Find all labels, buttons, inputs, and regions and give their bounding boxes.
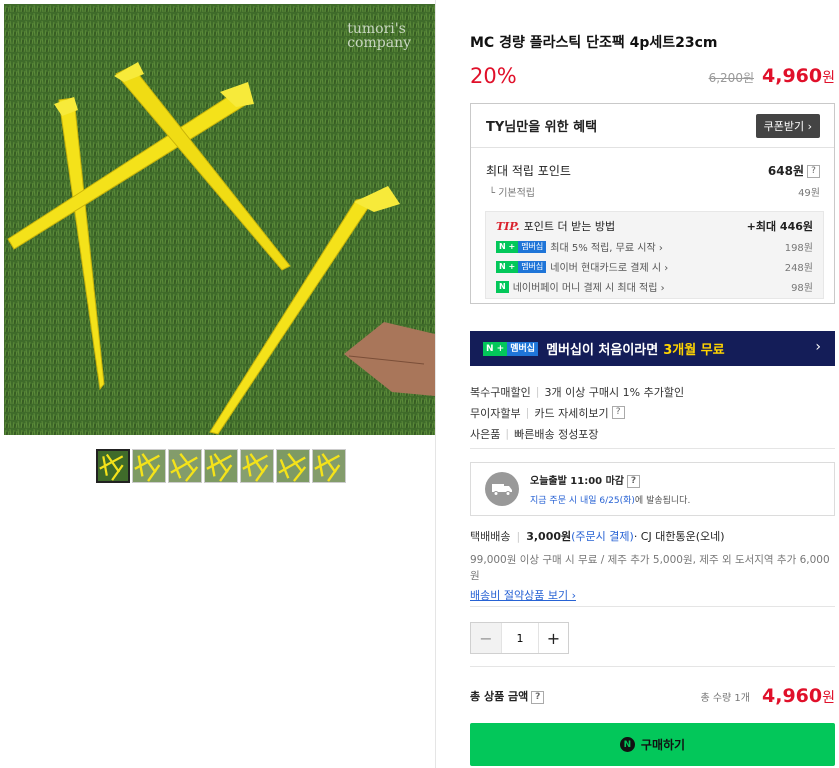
bulk-discount-row: 복수구매할인 | 3개 이상 구매시 1% 추가할인 [470, 385, 685, 399]
tip-title-wrap: TIP. 포인트 더 받는 방법 [496, 218, 615, 234]
shipping-title: 오늘출발 11:00 마감? [530, 472, 690, 488]
delivery-info: 택배배송 | 3,000원 (주문시 결제) · CJ 대한통운(오네) 99,0… [470, 528, 835, 603]
banner-highlight: 3개월 무료 [663, 343, 725, 358]
benefit-title: TY님만을 위한 혜택 [486, 120, 598, 135]
shipping-subtitle: 지금 주문 시 내일 6/25(화)에 발송됩니다. [530, 495, 691, 506]
thumbnail-5[interactable] [240, 449, 274, 483]
original-price: 6,200원 [708, 71, 754, 85]
price-row: 6,200원 4,960원 [709, 65, 835, 87]
help-icon[interactable]: ? [531, 690, 545, 704]
max-point-row: 최대 적립 포인트 648원? [486, 162, 820, 179]
installment-row: 무이자할부 | 카드 자세히보기? [470, 402, 684, 423]
installment-label: 무이자할부 [470, 406, 521, 420]
naver-plus-membership-badge: N + 멤버십 [496, 240, 547, 253]
thumbnail-7[interactable] [312, 449, 346, 483]
coupon-button[interactable]: 쿠폰받기 › [755, 113, 820, 138]
bulk-discount-label: 복수구매할인 [470, 385, 531, 399]
total-label-wrap: 총 상품 금액? [470, 688, 545, 704]
shipping-text: 오늘출발 11:00 마감? 지금 주문 시 내일 6/25(화)에 발송됩니다… [530, 472, 690, 506]
quantity-input[interactable] [500, 623, 538, 653]
total-right: 총 수량 1개 4,960원 [700, 685, 835, 707]
product-gallery: tumori's company [0, 0, 436, 768]
bulk-discount-value: 3개 이상 구매시 1% 추가할인 [544, 385, 685, 399]
gift-label: 사은품 [470, 427, 501, 441]
save-shipping-link[interactable]: 배송비 절약상품 보기 › [470, 587, 576, 603]
tip-item-pay[interactable]: N 네이버페이 머니 결제 시 최대 적립 › 98원 [496, 279, 813, 294]
quantity-stepper: − + [470, 622, 569, 654]
total-row: 총 상품 금액? 총 수량 1개 4,960원 [470, 685, 835, 707]
tip-item-label: 최대 5% 적립, 무료 시작 › [550, 243, 663, 254]
tip-title: 포인트 더 받는 방법 [523, 220, 616, 233]
product-main-image: tumori's company [4, 4, 435, 435]
installment-value[interactable]: 카드 자세히보기 [534, 405, 608, 421]
product-title: MC 경량 플라스틱 단조팩 4p세트23cm [470, 35, 718, 51]
help-icon[interactable]: ? [627, 474, 640, 488]
thumbnail-4[interactable] [204, 449, 238, 483]
thumbnail-1[interactable] [96, 449, 130, 483]
gift-value: 빠른배송 정성포장 [514, 427, 599, 441]
tip-item-amount: 98원 [791, 283, 813, 294]
delivery-carrier: · CJ 대한통운(오네) [633, 530, 725, 543]
divider [470, 448, 835, 449]
quantity-increase-button[interactable]: + [537, 623, 568, 653]
thumbnail-3[interactable] [168, 449, 202, 483]
tip-item-label: 네이버페이 머니 결제 시 최대 적립 › [512, 283, 665, 294]
gift-row: 사은품 | 빠른배송 정성포장 [470, 427, 599, 441]
tip-item-label: 네이버 현대카드로 결제 시 › [550, 263, 669, 274]
thumbnail-strip [96, 449, 346, 483]
discount-rate: 20% [470, 64, 517, 88]
tip-header: TIP. 포인트 더 받는 방법 +최대 446원 [496, 218, 813, 234]
divider [470, 606, 835, 607]
tip-word: TIP. [496, 220, 520, 233]
quantity-decrease-button[interactable]: − [471, 623, 501, 653]
delivery-fee-note: (주문시 결제) [571, 530, 634, 543]
benefit-box: TY님만을 위한 혜택 쿠폰받기 › 최대 적립 포인트 648원? └ 기본적… [470, 103, 835, 304]
chevron-right-icon: › [815, 339, 821, 355]
delivery-note: 99,000원 이상 구매 시 무료 / 제주 추가 5,000원, 제주 외 … [470, 554, 830, 582]
max-point-label: 최대 적립 포인트 [486, 164, 571, 178]
buy-button[interactable]: N 구매하기 [470, 723, 835, 766]
base-point-label: └ 기본적립 [489, 188, 536, 199]
tip-item-amount: 248원 [784, 263, 813, 274]
help-icon[interactable]: ? [611, 406, 625, 419]
delivery-fee: 3,000원 [526, 530, 572, 543]
base-point-value: 49원 [798, 188, 820, 199]
tip-item-membership[interactable]: N + 멤버십 최대 5% 적립, 무료 시작 › 198원 [496, 239, 813, 254]
buy-button-label: 구매하기 [640, 738, 686, 752]
truck-icon [485, 472, 519, 506]
purchase-info-list: 복수구매할인 | 3개 이상 구매시 1% 추가할인 무이자할부 | 카드 자세히보… [470, 381, 684, 444]
divider [470, 666, 835, 667]
tip-item-amount: 198원 [784, 243, 813, 254]
naver-n-icon: N [619, 737, 635, 752]
naver-pay-icon: N [496, 280, 509, 293]
today-shipping-box: 오늘출발 11:00 마감? 지금 주문 시 내일 6/25(화)에 발송됩니다… [470, 462, 835, 516]
max-point-value-wrap: 648원? [768, 162, 820, 179]
sale-price: 4,960원 [762, 65, 835, 87]
total-price: 4,960원 [762, 685, 835, 707]
base-point-row: └ 기본적립 49원 [489, 184, 820, 199]
total-quantity: 총 수량 1개 [700, 692, 750, 704]
delivery-row: 택배배송 | 3,000원 (주문시 결제) · CJ 대한통운(오네) [470, 529, 725, 544]
benefit-header: TY님만을 위한 혜택 쿠폰받기 › [471, 104, 834, 148]
tip-item-card[interactable]: N + 멤버십 네이버 현대카드로 결제 시 › 248원 [496, 259, 813, 274]
thumbnail-6[interactable] [276, 449, 310, 483]
naver-plus-membership-badge: N + 멤버십 [483, 341, 539, 356]
tip-box: TIP. 포인트 더 받는 방법 +최대 446원 N + 멤버십 최대 5% 적립,… [485, 211, 824, 299]
help-icon[interactable]: ? [807, 165, 820, 178]
tip-max: +최대 446원 [746, 220, 813, 233]
naver-plus-membership-badge: N + 멤버십 [496, 260, 547, 273]
max-point-value: 648원 [767, 164, 804, 178]
thumbnail-2[interactable] [132, 449, 166, 483]
watermark: tumori's company [347, 21, 411, 51]
delivery-label: 택배배송 [470, 530, 511, 543]
banner-text: 멤버십이 처음이라면 [546, 343, 659, 358]
membership-banner[interactable]: N + 멤버십 멤버십이 처음이라면 3개월 무료 › [470, 331, 835, 366]
